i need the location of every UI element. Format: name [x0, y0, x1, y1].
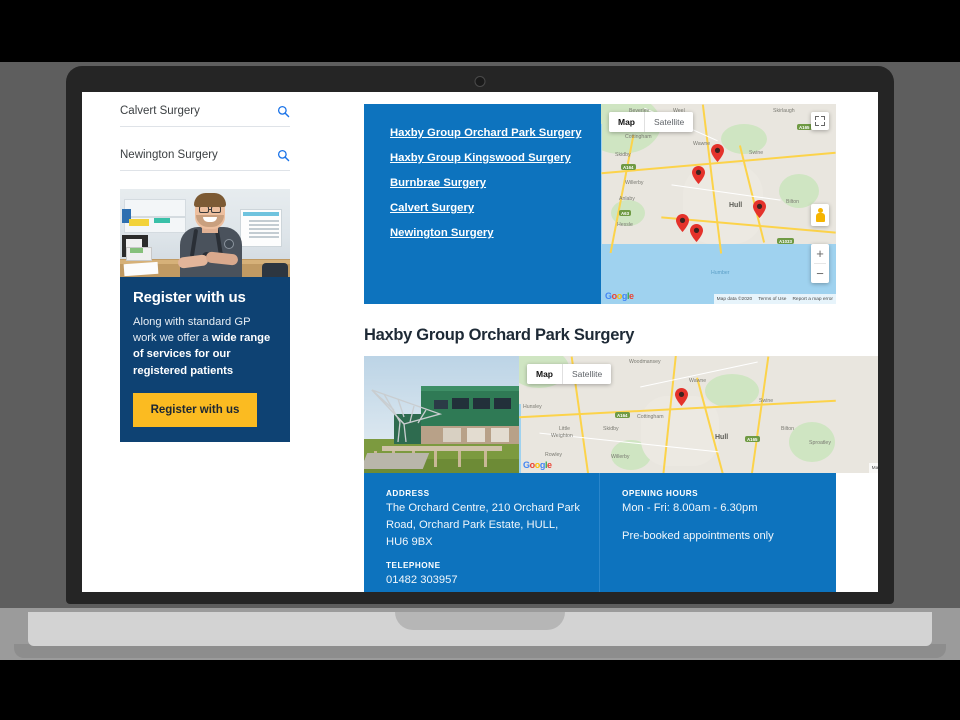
register-promo-card: Register with us Along with standard GP …: [120, 189, 290, 442]
opening-hours-value: Mon - Fri: 8.00am - 6.30pm: [622, 502, 758, 514]
surgery-info-panel: ADDRESS The Orchard Centre, 210 Orchard …: [364, 473, 836, 592]
address-column: ADDRESS The Orchard Centre, 210 Orchard …: [364, 473, 600, 592]
page-title: Haxby Group Orchard Park Surgery: [364, 326, 635, 344]
map-type-control[interactable]: Map Satellite: [609, 112, 694, 132]
surgery-link[interactable]: Calvert Surgery: [390, 200, 583, 216]
surgery-link[interactable]: Burnbrae Surgery: [390, 175, 583, 191]
backdrop-top: [0, 0, 960, 62]
map-type-map-button[interactable]: Map: [527, 364, 562, 384]
surgery-link[interactable]: Haxby Group Orchard Park Surgery: [390, 125, 583, 141]
google-logo: Google: [605, 291, 634, 301]
map-attribution: Map data ©2020 Terms of Use Report a map…: [713, 294, 836, 304]
detail-map[interactable]: Woodmansey Wawne Swine Sproatley Hunsley…: [519, 356, 878, 473]
search-icon[interactable]: [277, 105, 290, 118]
map-marker[interactable]: [692, 166, 705, 184]
backdrop-bottom: [0, 660, 960, 720]
map-marker[interactable]: [753, 200, 766, 218]
map-type-control[interactable]: Map Satellite: [527, 364, 612, 384]
telephone-value[interactable]: 01482 303957: [386, 572, 581, 589]
street-view-pegman-icon[interactable]: [811, 204, 829, 226]
promo-text: Along with standard GP work we offer a w…: [133, 314, 277, 379]
search-field-1[interactable]: Calvert Surgery: [120, 97, 290, 127]
overview-map[interactable]: Beverley Weel Skirlaugh Swine Wawne Cott…: [601, 104, 836, 304]
register-with-us-button[interactable]: Register with us: [133, 392, 257, 427]
surgery-detail: Haxby Group Orchard Park Surgery Woodman…: [364, 326, 878, 592]
surgery-list: Haxby Group Orchard Park Surgery Haxby G…: [364, 104, 601, 304]
map-type-map-button[interactable]: Map: [609, 112, 644, 132]
map-marker[interactable]: [676, 214, 689, 232]
opening-hours-label: OPENING HOURS: [622, 489, 699, 498]
map-marker[interactable]: [690, 224, 703, 242]
map-data-text: Map data ©2020: [716, 296, 753, 302]
fullscreen-icon[interactable]: [811, 112, 829, 130]
terms-of-use-link[interactable]: Terms of Use: [758, 297, 786, 302]
map-zoom-control[interactable]: + −: [811, 244, 829, 283]
detail-media: Woodmansey Wawne Swine Sproatley Hunsley…: [364, 356, 878, 473]
surgery-building-photo: [364, 356, 519, 473]
telephone-label: TELEPHONE: [386, 561, 441, 571]
promo-title: Register with us: [133, 289, 246, 306]
opening-hours-column: OPENING HOURS Mon - Fri: 8.00am - 6.30pm…: [600, 473, 836, 592]
google-logo: Google: [523, 460, 552, 470]
surgery-link[interactable]: Haxby Group Kingswood Surgery: [390, 150, 583, 166]
map-marker[interactable]: [675, 388, 688, 406]
search-input-1[interactable]: Calvert Surgery: [120, 105, 277, 118]
map-data-text: Map data ©2020: [871, 465, 878, 471]
surgery-link[interactable]: Newington Surgery: [390, 225, 583, 241]
clinician-photo: [120, 189, 290, 277]
laptop-base-notch: [395, 612, 565, 630]
search-input-2[interactable]: Newington Surgery: [120, 149, 277, 162]
search-icon[interactable]: [277, 149, 290, 162]
laptop-base-shadow: [14, 644, 946, 658]
map-type-satellite-button[interactable]: Satellite: [563, 364, 612, 384]
map-attribution: Map data ©2020 Terms of Use Report a map…: [868, 463, 878, 473]
main-content: Haxby Group Orchard Park Surgery Haxby G…: [364, 104, 878, 592]
map-marker[interactable]: [711, 144, 724, 162]
surgery-finder: Haxby Group Orchard Park Surgery Haxby G…: [364, 104, 836, 304]
sidebar: Calvert Surgery Newington Surgery Regist…: [120, 97, 290, 442]
zoom-out-button[interactable]: −: [811, 264, 829, 283]
address-label: ADDRESS: [386, 489, 430, 498]
browser-viewport: Calvert Surgery Newington Surgery Regist…: [82, 92, 878, 592]
search-field-2[interactable]: Newington Surgery: [120, 141, 290, 171]
address-value: The Orchard Centre, 210 Orchard Park Roa…: [386, 502, 581, 548]
zoom-in-button[interactable]: +: [811, 244, 829, 263]
opening-hours-note: Pre-booked appointments only: [622, 529, 774, 542]
map-type-satellite-button[interactable]: Satellite: [645, 112, 694, 132]
webcam-icon: [474, 76, 486, 87]
report-map-error-link[interactable]: Report a map error: [792, 297, 833, 302]
